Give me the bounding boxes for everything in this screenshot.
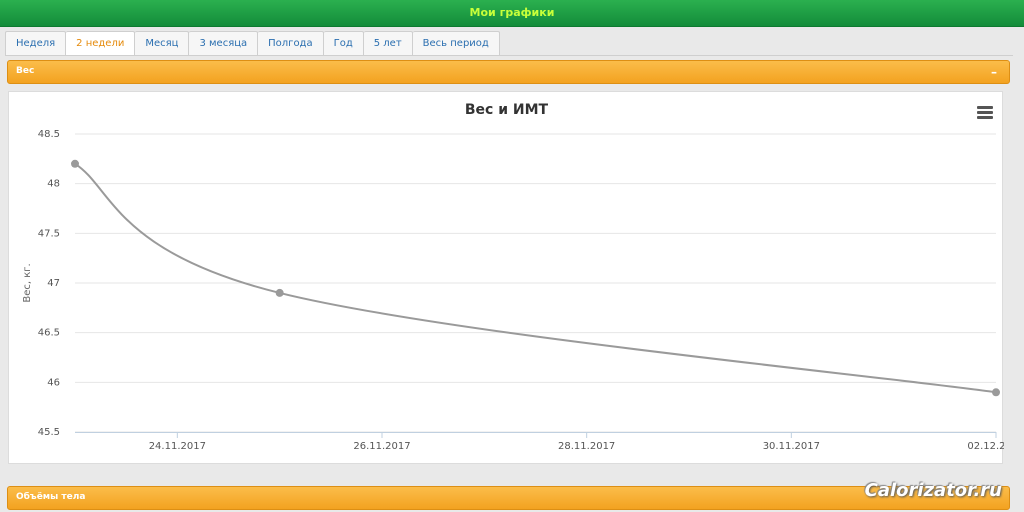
weight-panel-header[interactable]: Вес – <box>7 60 1010 84</box>
x-tick-label: 02.12.2017 <box>967 441 1004 452</box>
y-tick-label: 45.5 <box>38 427 60 438</box>
body-measurements-panel-title: Объёмы тела <box>16 492 86 502</box>
tab-3-months[interactable]: 3 месяца <box>189 31 259 55</box>
tab-2-weeks[interactable]: 2 недели <box>66 31 136 55</box>
tab-week[interactable]: Неделя <box>5 31 67 55</box>
data-point <box>71 159 79 168</box>
y-tick-label: 48.5 <box>38 129 60 140</box>
y-tick-label: 47 <box>47 278 60 289</box>
y-tick-label: 47.5 <box>38 228 60 239</box>
data-point <box>992 388 1000 397</box>
series-line <box>74 162 997 394</box>
y-tick-label: 46.5 <box>38 328 60 339</box>
x-tick-label: 30.11.2017 <box>763 441 820 452</box>
y-axis-label: Вес, кг. <box>22 263 33 302</box>
tab-year[interactable]: Год <box>323 31 364 55</box>
tab-month[interactable]: Месяц <box>135 31 190 55</box>
app-header: Мои графики <box>0 0 1024 27</box>
body-measurements-panel-header[interactable]: Объёмы тела <box>7 486 1010 510</box>
y-tick-label: 48 <box>47 179 60 190</box>
collapse-icon[interactable]: – <box>989 65 999 79</box>
weight-panel-title: Вес <box>16 66 35 76</box>
period-tabs: Неделя 2 недели Месяц 3 месяца Полгода Г… <box>5 31 500 55</box>
tabs-divider <box>5 55 1013 56</box>
tab-5-years[interactable]: 5 лет <box>363 31 413 55</box>
weight-chart: Вес и ИМТ 45.5 46 46.5 47 47.5 48 48.5 24.11.20… <box>8 91 1004 464</box>
x-tick-label: 28.11.2017 <box>558 441 615 452</box>
chart-plot: 45.5 46 46.5 47 47.5 48 48.5 24.11.2017 26.11.20… <box>22 129 1004 452</box>
y-tick-label: 46 <box>47 377 60 388</box>
tab-all-time[interactable]: Весь период <box>412 31 500 55</box>
watermark: Calorizator.ru <box>864 480 1002 501</box>
app-title: Мои графики <box>469 6 555 19</box>
x-tick-label: 26.11.2017 <box>353 441 410 452</box>
tab-half-year[interactable]: Полгода <box>258 31 324 55</box>
data-point <box>275 288 284 297</box>
x-tick-label: 24.11.2017 <box>149 441 206 452</box>
